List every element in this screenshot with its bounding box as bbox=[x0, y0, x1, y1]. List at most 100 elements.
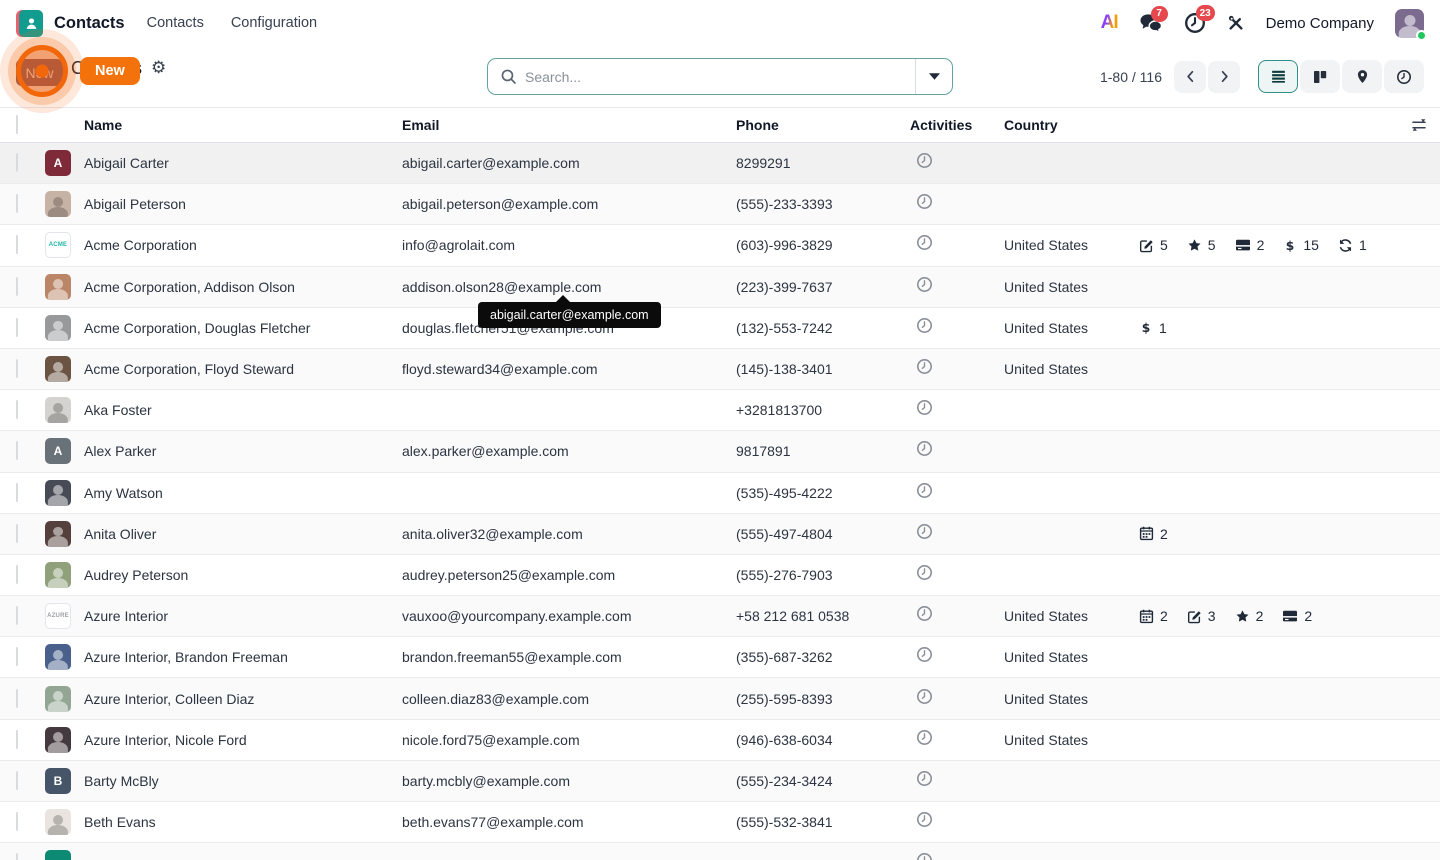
stat-badge-card[interactable]: 2 bbox=[1282, 608, 1312, 624]
row-checkbox[interactable] bbox=[16, 153, 18, 172]
row-checkbox[interactable] bbox=[16, 606, 18, 625]
activity-clock-icon[interactable] bbox=[916, 523, 933, 540]
column-header-phone[interactable]: Phone bbox=[736, 117, 910, 133]
schedule-activity-cell[interactable] bbox=[910, 811, 1004, 833]
row-checkbox[interactable] bbox=[16, 483, 18, 502]
stat-badge-opportunity[interactable]: 3 bbox=[1187, 608, 1216, 624]
stat-badge-calendar[interactable]: 2 bbox=[1139, 526, 1168, 542]
select-all-checkbox[interactable] bbox=[16, 115, 18, 134]
column-header-email[interactable]: Email bbox=[402, 117, 736, 133]
schedule-activity-cell[interactable] bbox=[910, 646, 1004, 668]
schedule-activity-cell[interactable] bbox=[910, 482, 1004, 504]
row-checkbox[interactable] bbox=[16, 400, 18, 419]
activity-clock-icon[interactable] bbox=[916, 276, 933, 293]
activity-clock-icon[interactable] bbox=[916, 811, 933, 828]
row-checkbox[interactable] bbox=[16, 771, 18, 790]
contact-row[interactable]: Anita Oliveranita.oliver32@example.com(5… bbox=[0, 514, 1440, 555]
activity-clock-icon[interactable] bbox=[916, 482, 933, 499]
view-activity-button[interactable] bbox=[1384, 60, 1424, 93]
contact-row[interactable] bbox=[0, 843, 1440, 860]
contact-row[interactable]: Acme Corporation, Floyd Stewardfloyd.ste… bbox=[0, 349, 1440, 390]
activity-clock-icon[interactable] bbox=[916, 852, 933, 860]
column-header-name[interactable]: Name bbox=[84, 117, 402, 133]
contact-row[interactable]: ACMEAcme Corporationinfo@agrolait.com(60… bbox=[0, 225, 1440, 266]
pager-previous-button[interactable] bbox=[1174, 61, 1206, 93]
view-kanban-button[interactable] bbox=[1300, 60, 1340, 93]
user-avatar[interactable] bbox=[1395, 9, 1424, 38]
activity-clock-icon[interactable] bbox=[916, 646, 933, 663]
contact-row[interactable]: Azure Interior, Brandon Freemanbrandon.f… bbox=[0, 637, 1440, 678]
stat-badge-calendar[interactable]: 2 bbox=[1139, 608, 1168, 624]
schedule-activity-cell[interactable] bbox=[910, 317, 1004, 339]
schedule-activity-cell[interactable] bbox=[910, 605, 1004, 627]
activity-clock-icon[interactable] bbox=[916, 564, 933, 581]
schedule-activity-cell[interactable] bbox=[910, 729, 1004, 751]
stat-badge-dollar[interactable]: $15 bbox=[1283, 237, 1319, 253]
schedule-activity-cell[interactable] bbox=[910, 688, 1004, 710]
contact-row[interactable]: Abigail Petersonabigail.peterson@example… bbox=[0, 184, 1440, 225]
optional-columns-button[interactable] bbox=[1139, 117, 1440, 133]
schedule-activity-cell[interactable] bbox=[910, 276, 1004, 298]
activity-clock-icon[interactable] bbox=[916, 317, 933, 334]
contact-row[interactable]: Azure Interior, Nicole Fordnicole.ford75… bbox=[0, 720, 1440, 761]
row-checkbox[interactable] bbox=[16, 565, 18, 584]
schedule-activity-cell[interactable] bbox=[910, 234, 1004, 256]
view-list-button[interactable] bbox=[1258, 60, 1298, 93]
schedule-activity-cell[interactable] bbox=[910, 193, 1004, 215]
stat-badge-dollar[interactable]: $1 bbox=[1139, 320, 1167, 336]
row-checkbox[interactable] bbox=[16, 359, 18, 378]
debug-tools-icon[interactable] bbox=[1227, 14, 1245, 32]
activity-clock-icon[interactable] bbox=[916, 729, 933, 746]
schedule-activity-cell[interactable] bbox=[910, 564, 1004, 586]
contact-row[interactable]: Beth Evansbeth.evans77@example.com(555)-… bbox=[0, 802, 1440, 843]
column-header-country[interactable]: Country bbox=[1004, 117, 1139, 133]
activity-clock-icon[interactable] bbox=[916, 358, 933, 375]
row-checkbox[interactable] bbox=[16, 689, 18, 708]
ai-assistant-icon[interactable]: AI bbox=[1101, 12, 1118, 34]
contact-row[interactable]: Audrey Petersonaudrey.peterson25@example… bbox=[0, 555, 1440, 596]
contact-row[interactable]: Acme Corporation, Douglas Fletcherdougla… bbox=[0, 308, 1440, 349]
activity-clock-icon[interactable] bbox=[916, 770, 933, 787]
schedule-activity-cell[interactable] bbox=[910, 399, 1004, 421]
row-checkbox[interactable] bbox=[16, 853, 18, 860]
schedule-activity-cell[interactable] bbox=[910, 358, 1004, 380]
menu-contacts[interactable]: Contacts bbox=[147, 15, 204, 31]
activity-clock-icon[interactable] bbox=[916, 605, 933, 622]
row-checkbox[interactable] bbox=[16, 812, 18, 831]
view-map-button[interactable] bbox=[1342, 60, 1382, 93]
schedule-activity-cell[interactable] bbox=[910, 440, 1004, 462]
activity-clock-icon[interactable] bbox=[916, 152, 933, 169]
contact-row[interactable]: AAbigail Carterabigail.carter@example.co… bbox=[0, 143, 1440, 184]
stat-badge-opportunity[interactable]: 5 bbox=[1139, 237, 1168, 253]
schedule-activity-cell[interactable] bbox=[910, 770, 1004, 792]
activity-clock-icon[interactable] bbox=[916, 193, 933, 210]
row-checkbox[interactable] bbox=[16, 277, 18, 296]
stat-badge-task[interactable]: 2 bbox=[1235, 608, 1264, 624]
contact-row[interactable]: AAlex Parkeralex.parker@example.com98178… bbox=[0, 431, 1440, 472]
activity-clock-icon[interactable] bbox=[916, 440, 933, 457]
search-input[interactable] bbox=[525, 69, 915, 85]
row-checkbox[interactable] bbox=[16, 441, 18, 460]
schedule-activity-cell[interactable] bbox=[910, 523, 1004, 545]
row-checkbox[interactable] bbox=[16, 318, 18, 337]
stat-badge-refresh[interactable]: 1 bbox=[1338, 237, 1367, 253]
search-dropdown-toggle[interactable] bbox=[915, 59, 952, 94]
messages-button[interactable]: 7 bbox=[1139, 13, 1163, 34]
activities-button[interactable]: 23 bbox=[1184, 12, 1206, 34]
activity-clock-icon[interactable] bbox=[916, 688, 933, 705]
row-checkbox[interactable] bbox=[16, 194, 18, 213]
row-checkbox[interactable] bbox=[16, 235, 18, 254]
contact-row[interactable]: Azure Interior, Colleen Diazcolleen.diaz… bbox=[0, 678, 1440, 719]
column-header-activities[interactable]: Activities bbox=[910, 117, 1004, 133]
pager-next-button[interactable] bbox=[1208, 61, 1240, 93]
row-checkbox[interactable] bbox=[16, 730, 18, 749]
stat-badge-card[interactable]: 2 bbox=[1235, 237, 1265, 253]
gear-icon[interactable]: ⚙ bbox=[151, 60, 166, 77]
contact-row[interactable]: AZUREAzure Interiorvauxoo@yourcompany.ex… bbox=[0, 596, 1440, 637]
activity-clock-icon[interactable] bbox=[916, 399, 933, 416]
stat-badge-task[interactable]: 5 bbox=[1187, 237, 1216, 253]
row-checkbox[interactable] bbox=[16, 524, 18, 543]
contact-row[interactable]: Aka Foster+3281813700 bbox=[0, 390, 1440, 431]
schedule-activity-cell[interactable] bbox=[910, 152, 1004, 174]
company-selector[interactable]: Demo Company bbox=[1266, 15, 1374, 32]
